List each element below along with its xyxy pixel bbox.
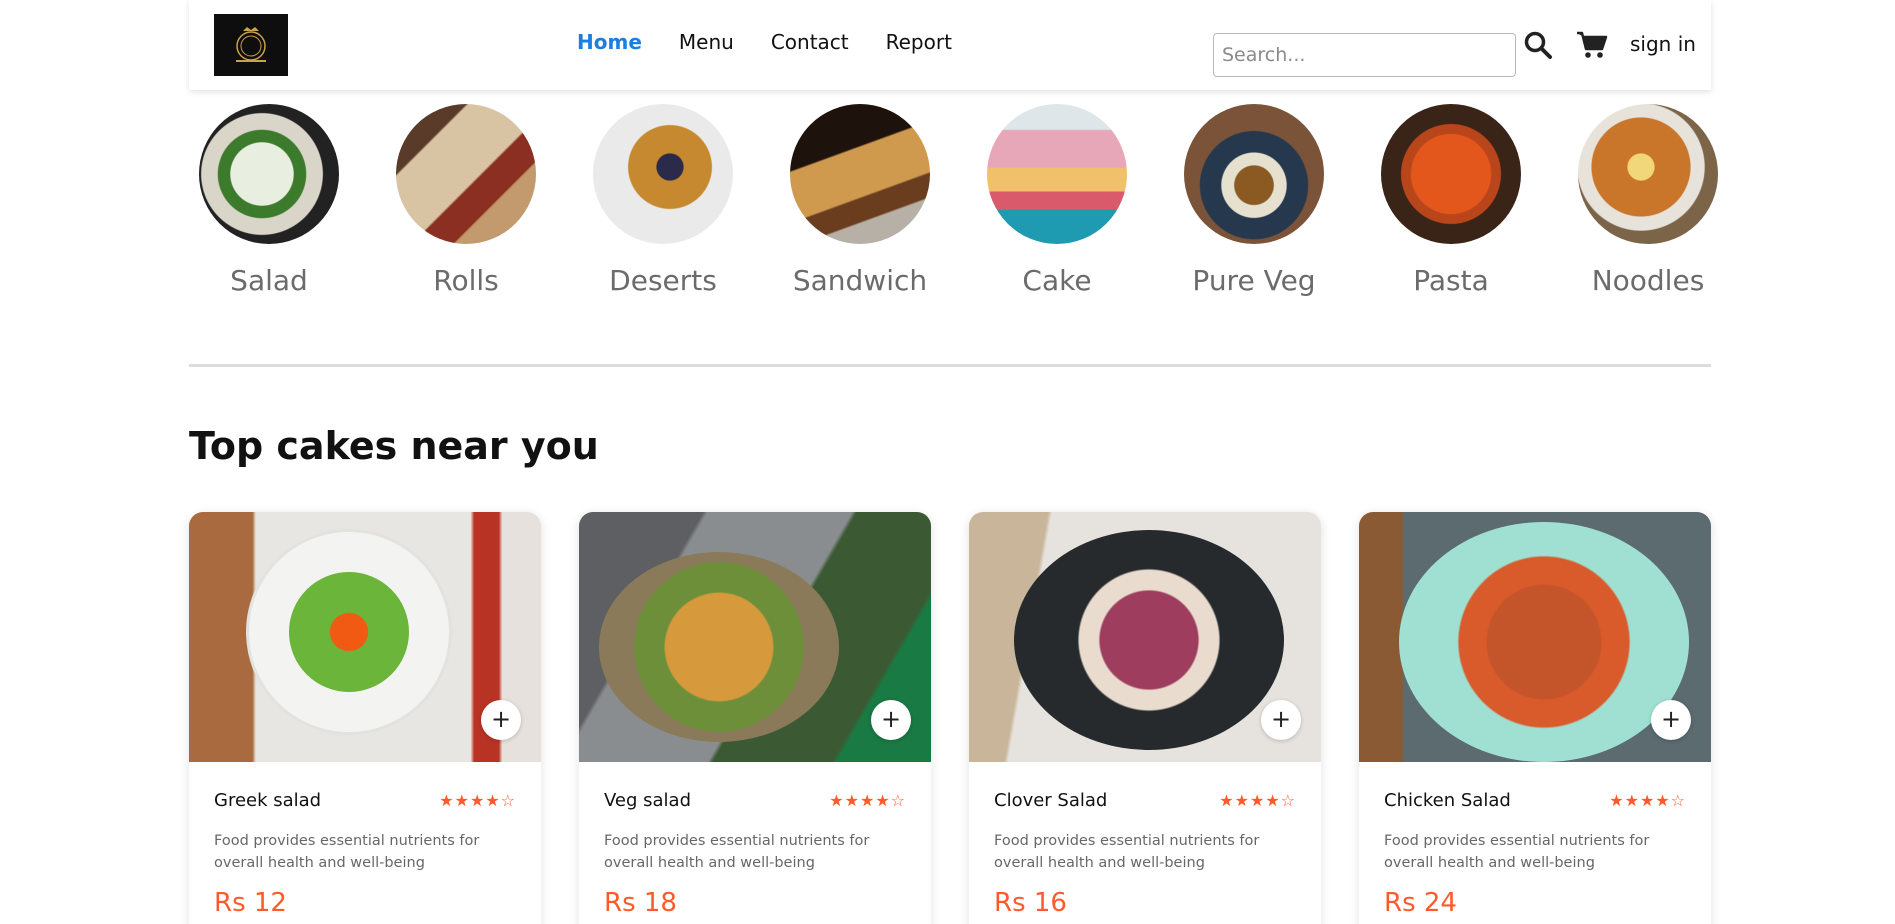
nav-links: Home Menu Contact Report bbox=[577, 30, 989, 54]
food-image: + bbox=[969, 512, 1321, 762]
category-pure-veg[interactable]: Pure Veg bbox=[1174, 104, 1334, 297]
sandwich-image bbox=[790, 104, 930, 244]
nav-menu[interactable]: Menu bbox=[679, 30, 734, 54]
pure-veg-image bbox=[1184, 104, 1324, 244]
category-cake[interactable]: Cake bbox=[977, 104, 1137, 297]
category-noodles[interactable]: Noodles bbox=[1568, 104, 1728, 297]
deserts-image bbox=[593, 104, 733, 244]
cake-image bbox=[987, 104, 1127, 244]
add-to-cart-button[interactable]: + bbox=[871, 700, 911, 740]
rolls-image bbox=[396, 104, 536, 244]
food-card[interactable]: + Veg salad ★★★★☆ Food provides essentia… bbox=[579, 512, 931, 924]
category-salad[interactable]: Salad bbox=[189, 104, 349, 297]
category-label: Rolls bbox=[433, 264, 499, 297]
rating-stars: ★★★★☆ bbox=[1609, 791, 1686, 810]
navbar: Home Menu Contact Report sign in bbox=[189, 0, 1711, 90]
card-description: Food provides essential nutrients for ov… bbox=[604, 833, 870, 871]
food-image: + bbox=[1359, 512, 1711, 762]
card-description: Food provides essential nutrients for ov… bbox=[994, 833, 1260, 871]
food-card[interactable]: + Chicken Salad ★★★★☆ Food provides esse… bbox=[1359, 512, 1711, 924]
card-price: Rs 18 bbox=[604, 888, 677, 918]
category-label: Sandwich bbox=[792, 264, 928, 297]
rating-stars: ★★★★☆ bbox=[829, 791, 906, 810]
nav-report[interactable]: Report bbox=[886, 30, 952, 54]
rating-stars: ★★★★☆ bbox=[439, 791, 516, 810]
signin-link[interactable]: sign in bbox=[1630, 32, 1696, 56]
pasta-image bbox=[1381, 104, 1521, 244]
category-label: Pasta bbox=[1413, 264, 1489, 297]
category-label: Noodles bbox=[1591, 264, 1705, 297]
card-price: Rs 24 bbox=[1384, 888, 1457, 918]
nav-home[interactable]: Home bbox=[577, 30, 642, 54]
category-rolls[interactable]: Rolls bbox=[386, 104, 546, 297]
food-card[interactable]: + Greek salad ★★★★☆ Food provides essent… bbox=[189, 512, 541, 924]
food-image: + bbox=[189, 512, 541, 762]
add-to-cart-button[interactable]: + bbox=[1651, 700, 1691, 740]
add-to-cart-button[interactable]: + bbox=[1261, 700, 1301, 740]
add-to-cart-button[interactable]: + bbox=[481, 700, 521, 740]
card-title: Veg salad bbox=[604, 790, 692, 811]
card-description: Food provides essential nutrients for ov… bbox=[1384, 833, 1650, 871]
category-label: Deserts bbox=[609, 264, 717, 297]
category-label: Pure Veg bbox=[1192, 264, 1316, 297]
category-sandwich[interactable]: Sandwich bbox=[780, 104, 940, 297]
category-deserts[interactable]: Deserts bbox=[583, 104, 743, 297]
card-description: Food provides essential nutrients for ov… bbox=[214, 833, 480, 871]
section-title: Top cakes near you bbox=[189, 424, 599, 468]
logo[interactable] bbox=[214, 14, 288, 76]
food-image: + bbox=[579, 512, 931, 762]
section-divider bbox=[189, 364, 1711, 367]
card-price: Rs 16 bbox=[994, 888, 1067, 918]
card-title: Chicken Salad bbox=[1384, 790, 1511, 811]
search-icon[interactable] bbox=[1523, 30, 1553, 60]
category-label: Cake bbox=[1022, 264, 1092, 297]
category-strip: Salad Rolls Deserts Sandwich Cake Pure V… bbox=[189, 104, 1718, 304]
search-input[interactable] bbox=[1213, 33, 1516, 77]
card-title: Clover Salad bbox=[994, 790, 1108, 811]
card-price: Rs 12 bbox=[214, 888, 287, 918]
noodles-image bbox=[1578, 104, 1718, 244]
salad-image bbox=[199, 104, 339, 244]
logo-emblem-icon bbox=[236, 27, 266, 62]
card-title: Greek salad bbox=[214, 790, 322, 811]
rating-stars: ★★★★☆ bbox=[1219, 791, 1296, 810]
category-pasta[interactable]: Pasta bbox=[1371, 104, 1531, 297]
nav-contact[interactable]: Contact bbox=[771, 30, 849, 54]
cart-icon[interactable] bbox=[1576, 30, 1608, 60]
food-card[interactable]: + Clover Salad ★★★★☆ Food provides essen… bbox=[969, 512, 1321, 924]
category-label: Salad bbox=[230, 264, 308, 297]
